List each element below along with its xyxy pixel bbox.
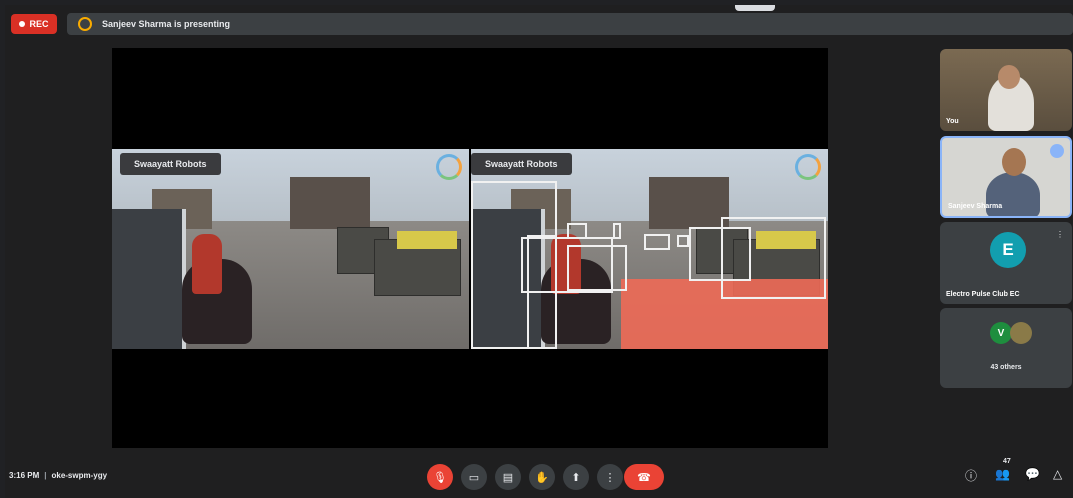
camera-toggle-button[interactable]: ▭: [461, 464, 487, 490]
participant-name: You: [946, 118, 959, 125]
meet-window: REC Sanjeev Sharma is presenting Swaayat…: [5, 5, 1073, 498]
participant-name: Sanjeev Sharma: [948, 203, 1003, 210]
bottom-bar: 3:16 PM | oke-swpm-ygy 🎙 ▭ ▤ ✋ ⬆ ⋮ ☎ ⓘ 47 …: [5, 458, 1073, 498]
meeting-code[interactable]: oke-swpm-ygy: [51, 471, 107, 480]
participant-count-badge: 47: [1003, 458, 1011, 465]
window-handle: [735, 5, 775, 11]
detection-box: [644, 234, 670, 250]
participant-name: Electro Pulse Club EC: [946, 291, 1020, 298]
more-options-icon[interactable]: ⋮: [1056, 230, 1064, 239]
more-options-button[interactable]: ⋮: [597, 464, 623, 490]
robot-logo-icon: [795, 154, 821, 180]
others-count-label: 43 others: [990, 364, 1022, 371]
activities-icon[interactable]: △: [1053, 467, 1062, 481]
overlay-label-left: Swaayatt Robots: [120, 153, 221, 175]
avatar: V: [990, 322, 1012, 344]
meeting-details: 3:16 PM | oke-swpm-ygy: [9, 471, 108, 480]
mic-off-icon: 🎙: [433, 471, 447, 484]
presenter-icon: [78, 17, 92, 31]
raise-hand-button[interactable]: ✋: [529, 464, 555, 490]
detection-box: [613, 223, 621, 239]
camera-icon: ▭: [468, 471, 480, 484]
detection-box: [567, 223, 587, 239]
more-vert-icon: ⋮: [604, 471, 616, 484]
mic-toggle-button[interactable]: 🎙: [427, 464, 453, 490]
people-icon[interactable]: 👥: [995, 467, 1010, 481]
detection-box: [677, 235, 689, 247]
meeting-info-button[interactable]: ⓘ: [965, 467, 977, 484]
captions-icon: ▤: [502, 471, 514, 484]
participant-tile-electro[interactable]: E ⋮ Electro Pulse Club EC: [940, 222, 1072, 304]
detection-box: [567, 245, 627, 291]
recording-label: REC: [29, 19, 49, 29]
present-button[interactable]: ⬆: [563, 464, 589, 490]
leave-call-button[interactable]: ☎: [624, 464, 664, 490]
presenting-banner[interactable]: Sanjeev Sharma is presenting: [67, 13, 1073, 35]
overlay-label-right: Swaayatt Robots: [471, 153, 572, 175]
participant-video: [986, 172, 1040, 216]
top-bar: REC Sanjeev Sharma is presenting: [5, 5, 1073, 41]
record-dot-icon: [19, 21, 26, 27]
recording-badge: REC: [11, 14, 57, 34]
chat-icon[interactable]: 💬: [1025, 467, 1040, 481]
hangup-icon: ☎: [637, 471, 651, 484]
presented-video: Swaayatt Robots Swaayatt Robots: [112, 149, 828, 349]
presenting-text: Sanjeev Sharma is presenting: [102, 19, 231, 29]
participant-tile-sanjeev[interactable]: Sanjeev Sharma: [940, 136, 1072, 218]
hand-icon: ✋: [535, 471, 549, 484]
video-pane-detection: Swaayatt Robots: [471, 149, 828, 349]
present-screen-icon: ⬆: [571, 471, 581, 484]
captions-button[interactable]: ▤: [495, 464, 521, 490]
avatar: [1010, 322, 1032, 344]
clock-time: 3:16 PM: [9, 471, 40, 480]
detection-box: [721, 217, 826, 299]
video-pane-original: Swaayatt Robots: [112, 149, 469, 349]
speaking-indicator-icon: [1050, 144, 1064, 158]
participant-tile-you[interactable]: You: [940, 49, 1072, 131]
presentation-stage: Swaayatt Robots Swaayatt Robots: [112, 48, 828, 448]
participant-tile-others[interactable]: V 43 others: [940, 308, 1072, 388]
avatar: E: [990, 232, 1026, 268]
robot-logo-icon: [436, 154, 462, 180]
